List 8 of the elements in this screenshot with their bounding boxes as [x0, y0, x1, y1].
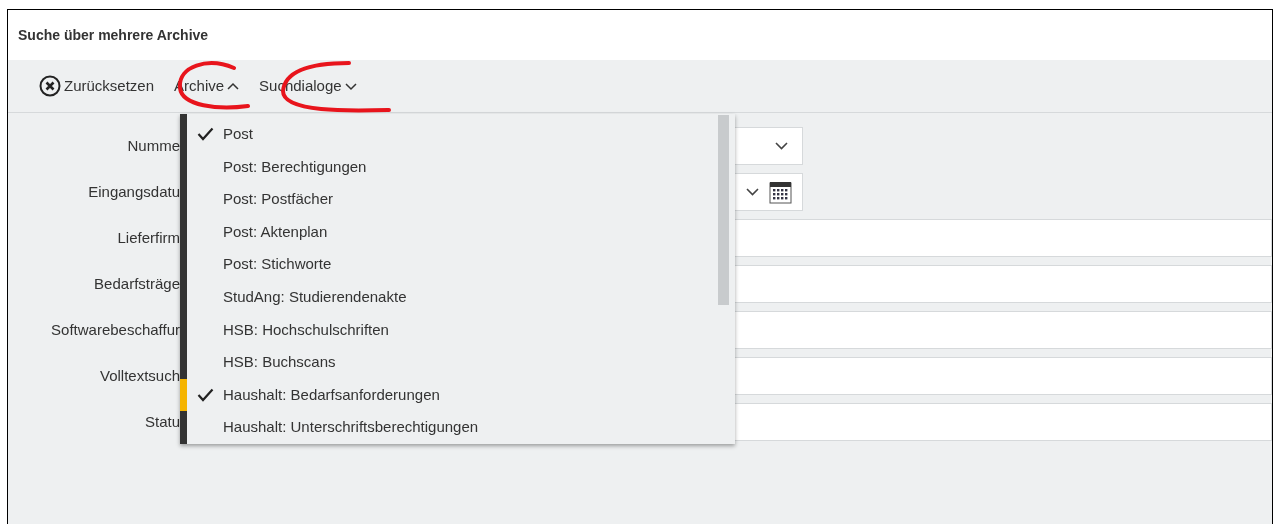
field-label: Softwarebeschaffur: [50, 319, 180, 340]
field-label: Lieferfirm: [116, 227, 180, 248]
field-label: Eingangsdatu: [87, 181, 180, 202]
field-label: Volltextsuch: [98, 365, 180, 386]
window-title: Suche über mehrere Archive: [18, 25, 209, 45]
field-label: Bedarfsträge: [93, 273, 180, 294]
field-label: Statu: [143, 411, 180, 432]
field-label: Numme: [126, 135, 180, 156]
